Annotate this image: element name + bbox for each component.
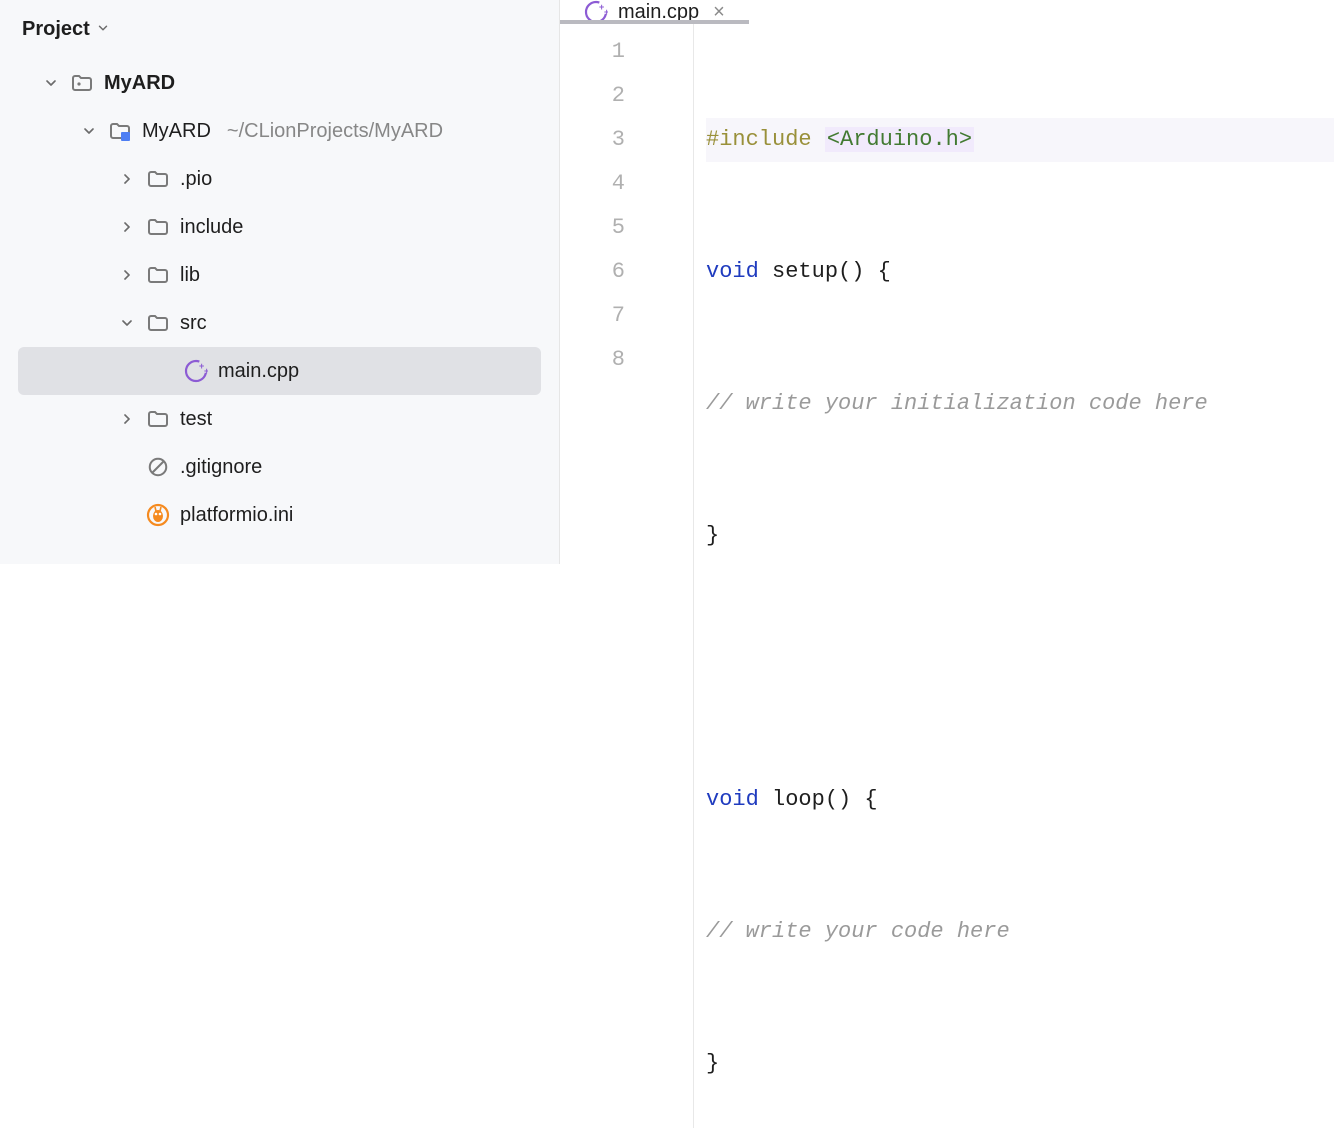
editor[interactable]: 1 2 3 4 5 6 7 8 #include <Arduino.h> voi… bbox=[560, 24, 1334, 1128]
folder-icon bbox=[146, 167, 170, 191]
chevron-down-icon[interactable] bbox=[80, 122, 98, 140]
tree-item-label: main.cpp bbox=[218, 360, 299, 383]
code-line: // write your code here bbox=[706, 910, 1334, 954]
tree-module[interactable]: MyARD ~/CLionProjects/MyARD bbox=[18, 107, 541, 155]
code-line: // write your initialization code here bbox=[706, 382, 1334, 426]
editor-gutter: 1 2 3 4 5 6 7 8 bbox=[560, 24, 694, 1128]
tab-underline bbox=[560, 20, 749, 24]
module-folder-icon bbox=[108, 119, 132, 143]
folder-icon bbox=[146, 407, 170, 431]
chevron-right-icon[interactable] bbox=[118, 410, 136, 428]
tree-item-hint: ~/CLionProjects/MyARD bbox=[227, 120, 443, 143]
line-number: 4 bbox=[560, 162, 625, 206]
line-number: 5 bbox=[560, 206, 625, 250]
tree-item-label: platformio.ini bbox=[180, 504, 293, 527]
svg-text:+: + bbox=[204, 366, 208, 376]
tree-file-main[interactable]: + + main.cpp bbox=[18, 347, 541, 395]
code-line: void setup() { bbox=[706, 250, 1334, 294]
tree-folder-include[interactable]: include bbox=[18, 203, 541, 251]
chevron-down-icon[interactable] bbox=[42, 74, 60, 92]
chevron-right-icon[interactable] bbox=[118, 266, 136, 284]
tree-folder-test[interactable]: test bbox=[18, 395, 541, 443]
project-tree: MyARD MyARD ~/CLionProjects/MyARD bbox=[0, 59, 559, 539]
editor-code[interactable]: #include <Arduino.h> void setup() { // w… bbox=[694, 24, 1334, 1128]
editor-area: + + main.cpp × 1 2 3 4 5 6 7 8 #include … bbox=[560, 0, 1334, 564]
folder-icon bbox=[146, 311, 170, 335]
code-line: } bbox=[706, 514, 1334, 558]
tree-item-label: MyARD bbox=[142, 120, 211, 143]
code-line: } bbox=[706, 1042, 1334, 1086]
editor-tabs: + + main.cpp × bbox=[560, 0, 1334, 24]
code-line: #include <Arduino.h> bbox=[706, 118, 1334, 162]
chevron-down-icon bbox=[96, 18, 110, 41]
tree-item-label: .gitignore bbox=[180, 456, 262, 479]
line-number: 3 bbox=[560, 118, 625, 162]
tree-item-label: lib bbox=[180, 264, 200, 287]
line-number: 2 bbox=[560, 74, 625, 118]
platformio-icon bbox=[146, 503, 170, 527]
code-line bbox=[706, 646, 1334, 690]
project-panel: Project MyARD bbox=[0, 0, 560, 564]
folder-icon bbox=[146, 263, 170, 287]
chevron-right-icon[interactable] bbox=[118, 170, 136, 188]
tree-item-label: include bbox=[180, 216, 243, 239]
code-line: void loop() { bbox=[706, 778, 1334, 822]
project-folder-icon bbox=[70, 71, 94, 95]
folder-icon bbox=[146, 215, 170, 239]
ban-icon bbox=[146, 455, 170, 479]
tree-folder-pio[interactable]: .pio bbox=[18, 155, 541, 203]
svg-text:+: + bbox=[604, 7, 608, 17]
tree-item-label: test bbox=[180, 408, 212, 431]
tree-item-label: src bbox=[180, 312, 207, 335]
chevron-right-icon[interactable] bbox=[118, 218, 136, 236]
tree-file-gitignore[interactable]: .gitignore bbox=[18, 443, 541, 491]
tab-main[interactable]: + + main.cpp × bbox=[584, 0, 725, 24]
line-number: 7 bbox=[560, 294, 625, 338]
project-panel-header[interactable]: Project bbox=[0, 8, 559, 59]
line-number: 8 bbox=[560, 338, 625, 382]
line-number: 6 bbox=[560, 250, 625, 294]
tree-folder-lib[interactable]: lib bbox=[18, 251, 541, 299]
project-panel-title: Project bbox=[22, 18, 90, 41]
tree-folder-src[interactable]: src bbox=[18, 299, 541, 347]
tree-file-platformio[interactable]: platformio.ini bbox=[18, 491, 541, 539]
cpp-file-icon: + + bbox=[184, 359, 208, 383]
chevron-down-icon[interactable] bbox=[118, 314, 136, 332]
tree-root[interactable]: MyARD bbox=[18, 59, 541, 107]
line-number: 1 bbox=[560, 30, 625, 74]
tree-item-label: MyARD bbox=[104, 72, 175, 95]
tree-item-label: .pio bbox=[180, 168, 212, 191]
